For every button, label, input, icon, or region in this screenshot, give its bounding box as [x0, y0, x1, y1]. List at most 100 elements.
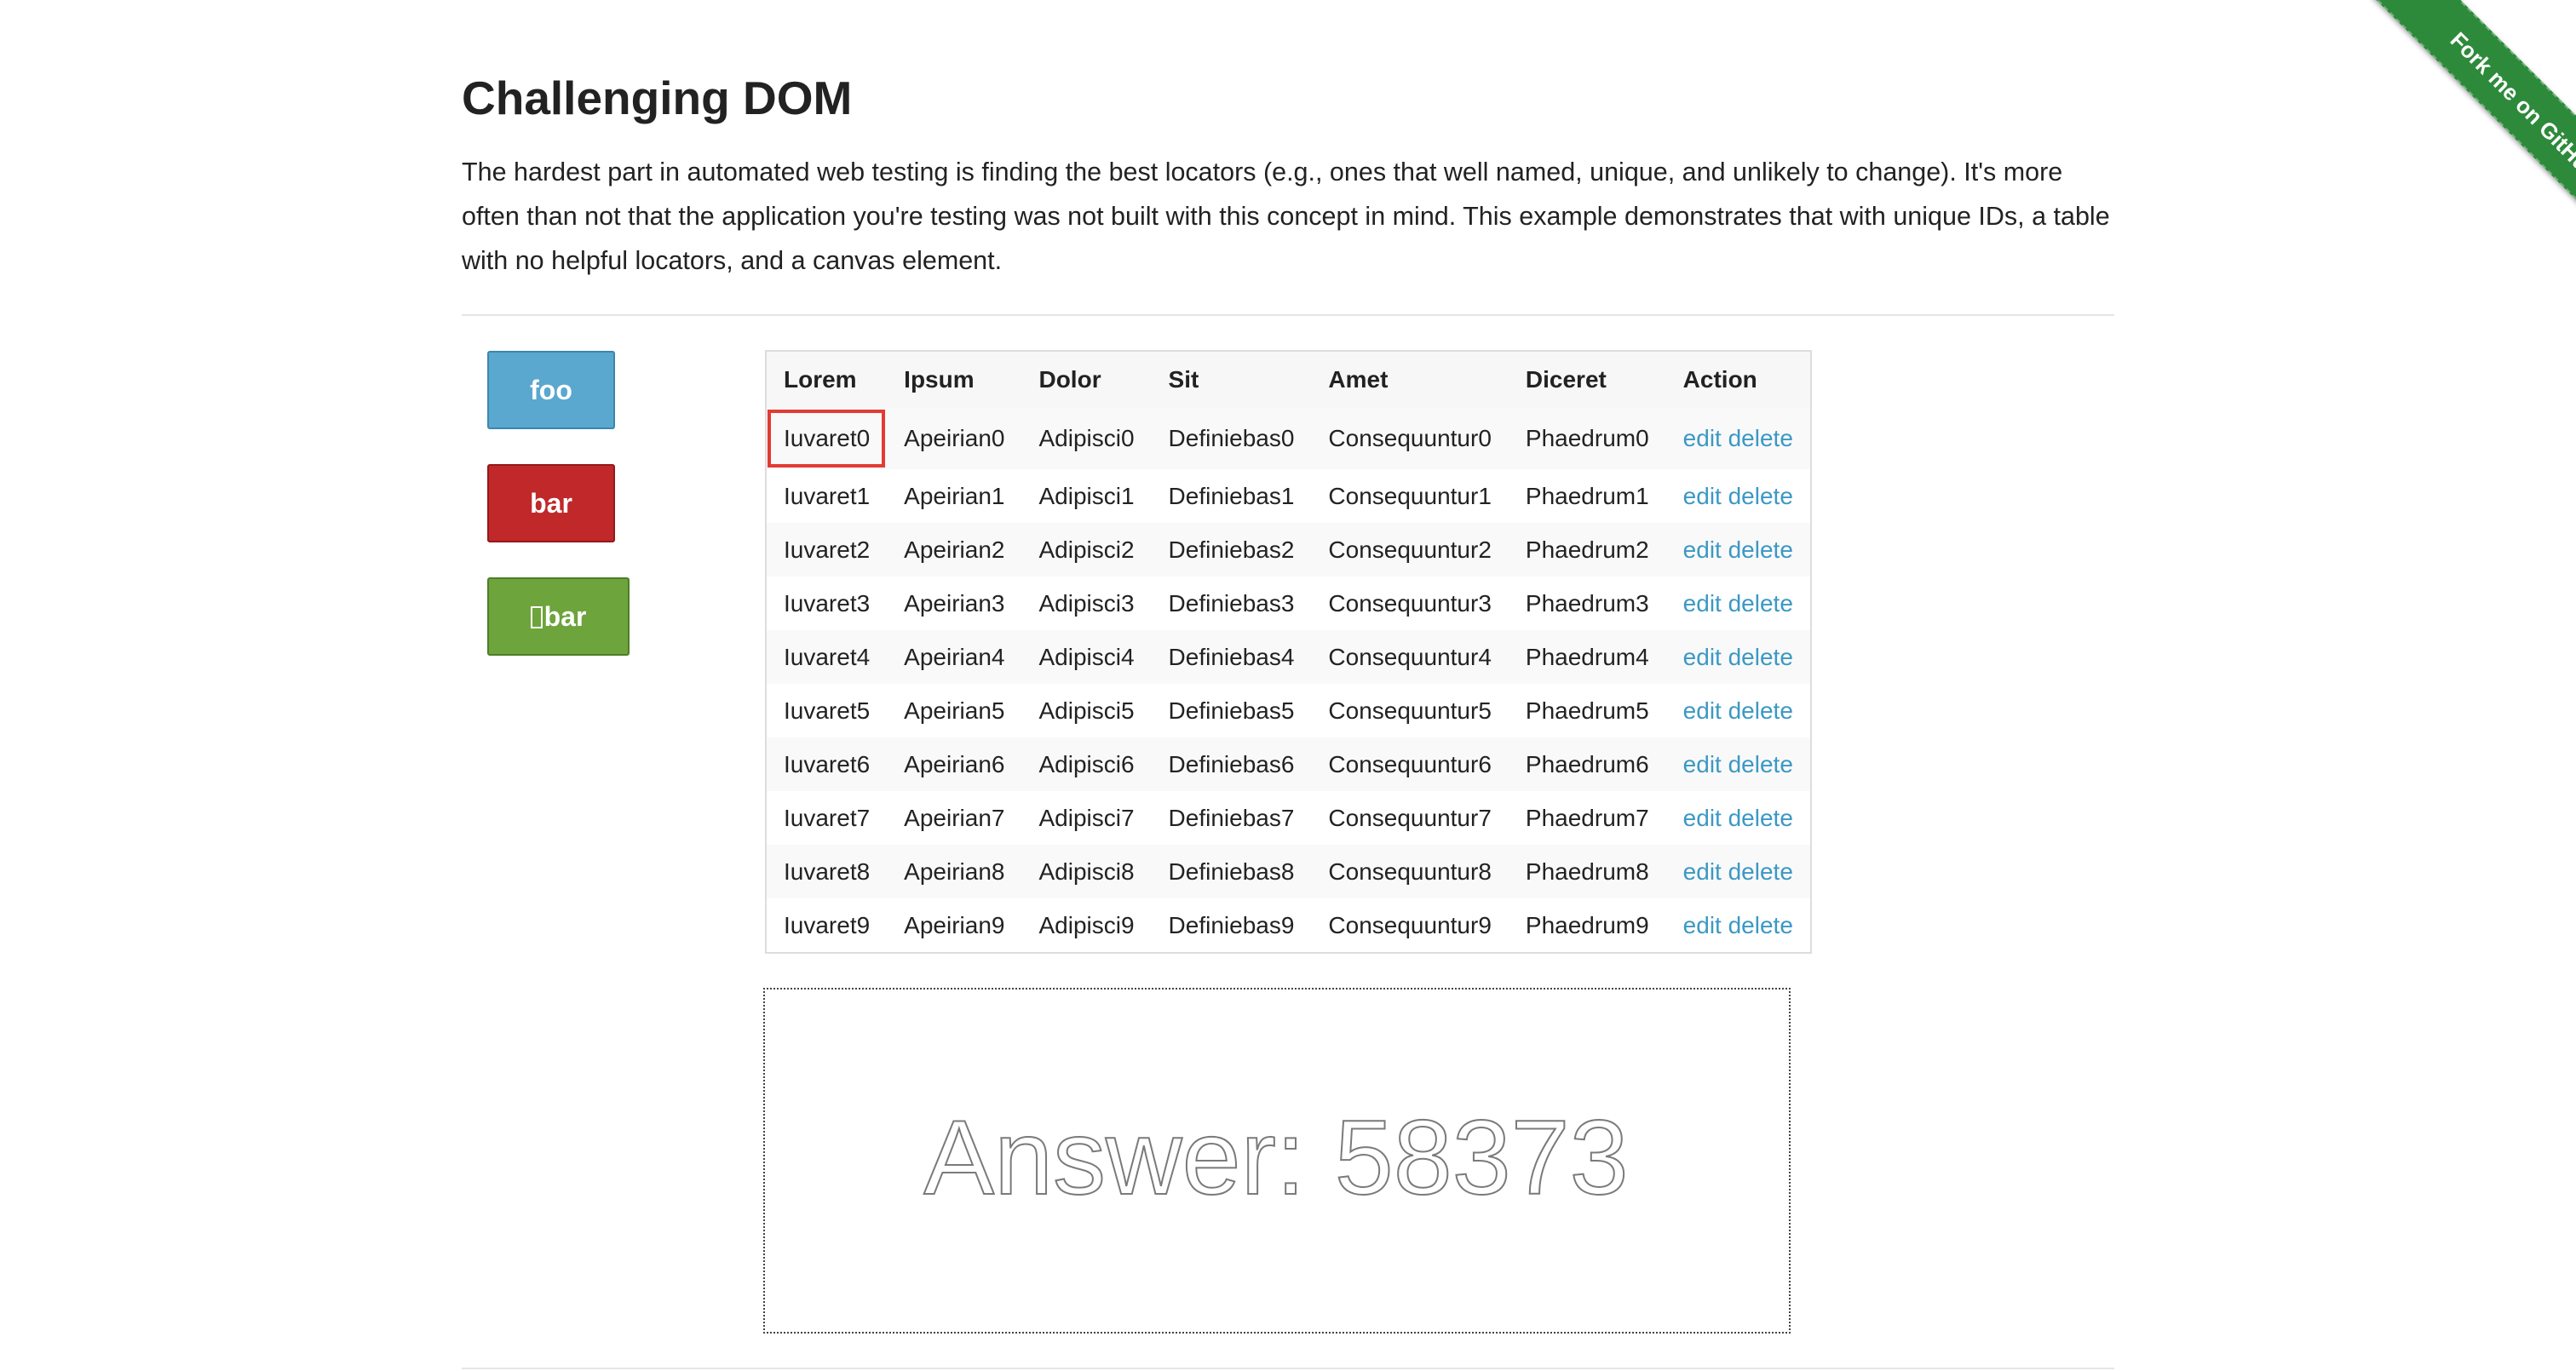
table-cell-ipsum: Apeirian7 — [887, 791, 1022, 845]
github-ribbon-container: Fork me on GitHub — [2320, 0, 2576, 255]
page: Challenging DOM The hardest part in auto… — [0, 0, 2576, 1371]
edit-link[interactable]: edit — [1683, 912, 1722, 938]
table-row: Iuvaret6 Apeirian6 Adipisci6 Definiebas6 Con… — [766, 737, 1811, 791]
table-cell-amet: Consequuntur4 — [1311, 630, 1509, 684]
table-cell-sit: Definiebas5 — [1151, 684, 1312, 737]
bar-button[interactable]: bar — [487, 464, 615, 542]
table-cell-sit: Definiebas8 — [1151, 845, 1312, 898]
column-header-amet: Amet — [1311, 351, 1509, 408]
table-cell-ipsum: Apeirian1 — [887, 469, 1022, 523]
edit-link[interactable]: edit — [1683, 858, 1722, 885]
answer-canvas: Answer: 58373 — [763, 988, 1791, 1334]
edit-link[interactable]: edit — [1683, 805, 1722, 831]
table-cell-ipsum: Apeirian0 — [887, 408, 1022, 469]
table-cell-sit: Definiebas9 — [1151, 898, 1312, 953]
table-row: Iuvaret3 Apeirian3 Adipisci3 Definiebas3 Con… — [766, 577, 1811, 630]
table-cell-diceret: Phaedrum5 — [1508, 684, 1666, 737]
divider-top — [462, 314, 2114, 316]
table-cell-action: edit delete — [1665, 630, 1811, 684]
column-header-sit: Sit — [1151, 351, 1312, 408]
table-cell-action: edit delete — [1665, 737, 1811, 791]
missing-glyph-icon — [530, 605, 543, 628]
table-cell-ipsum: Apeirian5 — [887, 684, 1022, 737]
table-cell-ipsum: Apeirian9 — [887, 898, 1022, 953]
table-cell-lorem: Iuvaret8 — [766, 845, 888, 898]
edit-link[interactable]: edit — [1683, 697, 1722, 724]
table-row: Iuvaret0 Apeirian0 Adipisci0 Definiebas0 Con… — [766, 408, 1811, 469]
table-cell-amet: Consequuntur8 — [1311, 845, 1509, 898]
table-cell-lorem: Iuvaret5 — [766, 684, 888, 737]
table-cell-dolor: Adipisci1 — [1021, 469, 1152, 523]
edit-link[interactable]: edit — [1683, 536, 1722, 563]
table-cell-dolor: Adipisci9 — [1021, 898, 1152, 953]
table-cell-dolor: Adipisci6 — [1021, 737, 1152, 791]
foo-button[interactable]: foo — [487, 351, 615, 429]
table-cell-diceret: Phaedrum3 — [1508, 577, 1666, 630]
table-row: Iuvaret5 Apeirian5 Adipisci5 Definiebas5 Con… — [766, 684, 1811, 737]
table-cell-amet: Consequuntur7 — [1311, 791, 1509, 845]
qux-button[interactable]: bar — [487, 577, 630, 656]
table-cell-dolor: Adipisci4 — [1021, 630, 1152, 684]
table-cell-ipsum: Apeirian3 — [887, 577, 1022, 630]
table-cell-amet: Consequuntur3 — [1311, 577, 1509, 630]
delete-link[interactable]: delete — [1728, 697, 1793, 724]
qux-button-label: bar — [530, 601, 586, 633]
table-cell-ipsum: Apeirian4 — [887, 630, 1022, 684]
delete-link[interactable]: delete — [1728, 483, 1793, 509]
table-cell-amet: Consequuntur5 — [1311, 684, 1509, 737]
table-cell-lorem: Iuvaret1 — [766, 469, 888, 523]
page-title: Challenging DOM — [462, 72, 853, 124]
table-cell-dolor: Adipisci3 — [1021, 577, 1152, 630]
table-header-row: Lorem Ipsum Dolor Sit Amet Diceret Action — [766, 351, 1811, 408]
table-cell-ipsum: Apeirian2 — [887, 523, 1022, 577]
table-row: Iuvaret9 Apeirian9 Adipisci9 Definiebas9 Con… — [766, 898, 1811, 953]
table-cell-diceret: Phaedrum2 — [1508, 523, 1666, 577]
column-header-lorem: Lorem — [766, 351, 888, 408]
table-cell-dolor: Adipisci0 — [1021, 408, 1152, 469]
divider-bottom — [462, 1368, 2114, 1369]
edit-link[interactable]: edit — [1683, 483, 1722, 509]
delete-link[interactable]: delete — [1728, 536, 1793, 563]
column-header-action: Action — [1665, 351, 1811, 408]
table-cell-lorem: Iuvaret2 — [766, 523, 888, 577]
table-cell-action: edit delete — [1665, 898, 1811, 953]
table-row: Iuvaret2 Apeirian2 Adipisci2 Definiebas2 Con… — [766, 523, 1811, 577]
table-cell-diceret: Phaedrum0 — [1508, 408, 1666, 469]
table-cell-diceret: Phaedrum1 — [1508, 469, 1666, 523]
table-cell-action: edit delete — [1665, 577, 1811, 630]
delete-link[interactable]: delete — [1728, 751, 1793, 777]
table-cell-sit: Definiebas0 — [1151, 408, 1312, 469]
delete-link[interactable]: delete — [1728, 644, 1793, 670]
delete-link[interactable]: delete — [1728, 912, 1793, 938]
table-cell-action: edit delete — [1665, 523, 1811, 577]
edit-link[interactable]: edit — [1683, 590, 1722, 617]
delete-link[interactable]: delete — [1728, 858, 1793, 885]
table-cell-diceret: Phaedrum4 — [1508, 630, 1666, 684]
table-cell-amet: Consequuntur6 — [1311, 737, 1509, 791]
column-header-ipsum: Ipsum — [887, 351, 1022, 408]
edit-link[interactable]: edit — [1683, 425, 1722, 451]
column-header-dolor: Dolor — [1021, 351, 1152, 408]
delete-link[interactable]: delete — [1728, 805, 1793, 831]
table-cell-sit: Definiebas1 — [1151, 469, 1312, 523]
table-cell-sit: Definiebas3 — [1151, 577, 1312, 630]
page-intro: The hardest part in automated web testin… — [462, 158, 2110, 275]
delete-link[interactable]: delete — [1728, 425, 1793, 451]
table-body: Iuvaret0 Apeirian0 Adipisci0 Definiebas0 Con… — [766, 408, 1811, 953]
data-table: Lorem Ipsum Dolor Sit Amet Diceret Action Iuva… — [765, 350, 1812, 954]
table-cell-action: edit delete — [1665, 845, 1811, 898]
table-cell-lorem: Iuvaret9 — [766, 898, 888, 953]
table-cell-amet: Consequuntur2 — [1311, 523, 1509, 577]
delete-link[interactable]: delete — [1728, 590, 1793, 617]
table-cell-diceret: Phaedrum8 — [1508, 845, 1666, 898]
table-cell-action: edit delete — [1665, 469, 1811, 523]
table-cell-sit: Definiebas6 — [1151, 737, 1312, 791]
edit-link[interactable]: edit — [1683, 751, 1722, 777]
answer-text: Answer: 58373 — [923, 1099, 1628, 1217]
table-cell-action: edit delete — [1665, 408, 1811, 469]
table-cell-amet: Consequuntur9 — [1311, 898, 1509, 953]
table-cell-dolor: Adipisci8 — [1021, 845, 1152, 898]
answer-canvas-drawing: Answer: 58373 — [923, 1099, 1629, 1218]
fork-me-ribbon[interactable]: Fork me on GitHub — [2371, 0, 2576, 255]
edit-link[interactable]: edit — [1683, 644, 1722, 670]
